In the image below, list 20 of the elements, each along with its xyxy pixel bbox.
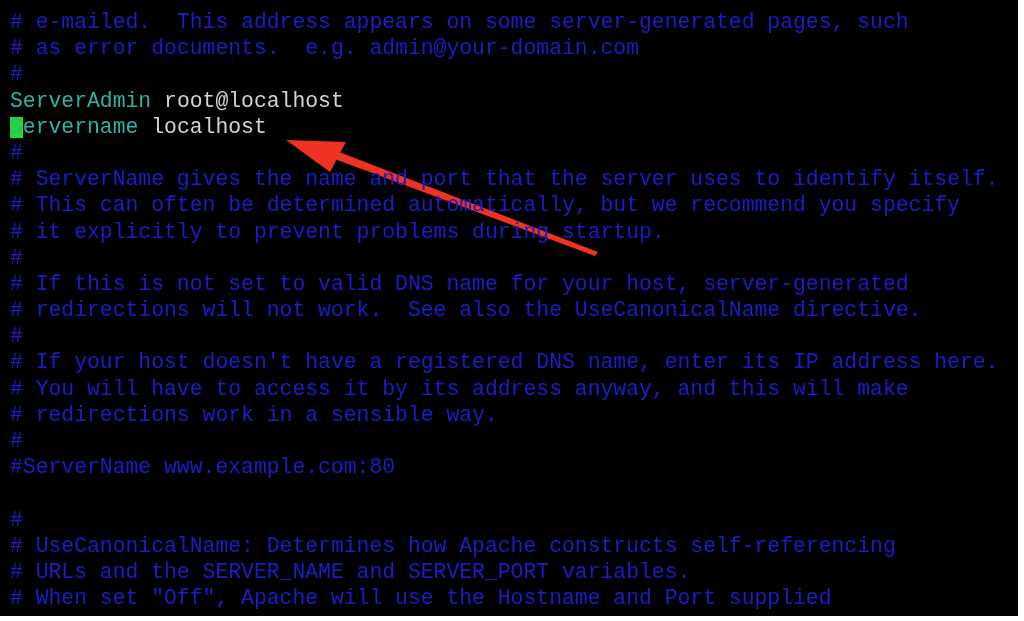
comment-line: # UseCanonicalName: Determines how Apache constructs self-referencing <box>10 532 896 559</box>
comment-line: # If your host doesn't have a registered DNS name, enter its IP address here. <box>10 349 999 376</box>
comment-line: # <box>10 244 23 271</box>
comment-line: # <box>10 506 23 533</box>
comment-line: # You will have to access it by its address anyway, and this will make <box>10 375 909 402</box>
comment-line: # URLs and the SERVER_NAME and SERVER_PORT variables. <box>10 558 691 586</box>
comment-line: # When set "Off", Apache will use the Hostname and Port supplied <box>10 585 832 612</box>
comment-line: # redirections work in a sensible way. <box>10 401 498 428</box>
directive-keyword: ServerAdmin <box>10 87 152 114</box>
directive-value: localhost <box>151 113 267 140</box>
comment-line: # <box>10 139 23 167</box>
comment-line: # <box>10 323 23 350</box>
comment-line: # <box>10 428 23 455</box>
comment-line: # e-mailed. This address appears on some server-generated pages, such <box>10 9 909 36</box>
directive-value: root@localhost <box>164 87 344 114</box>
comment-line: #ServerName www.example.com:80 <box>10 454 396 481</box>
comment-line: # If this is not set to valid DNS name for your host, server-generated <box>10 270 909 298</box>
comment-line: # <box>10 61 23 88</box>
comment-line: # redirections will not work. See also the UseCanonicalName directive. <box>10 297 922 324</box>
comment-line: # as error documents. e.g. admin@your-domain.com <box>10 35 639 62</box>
